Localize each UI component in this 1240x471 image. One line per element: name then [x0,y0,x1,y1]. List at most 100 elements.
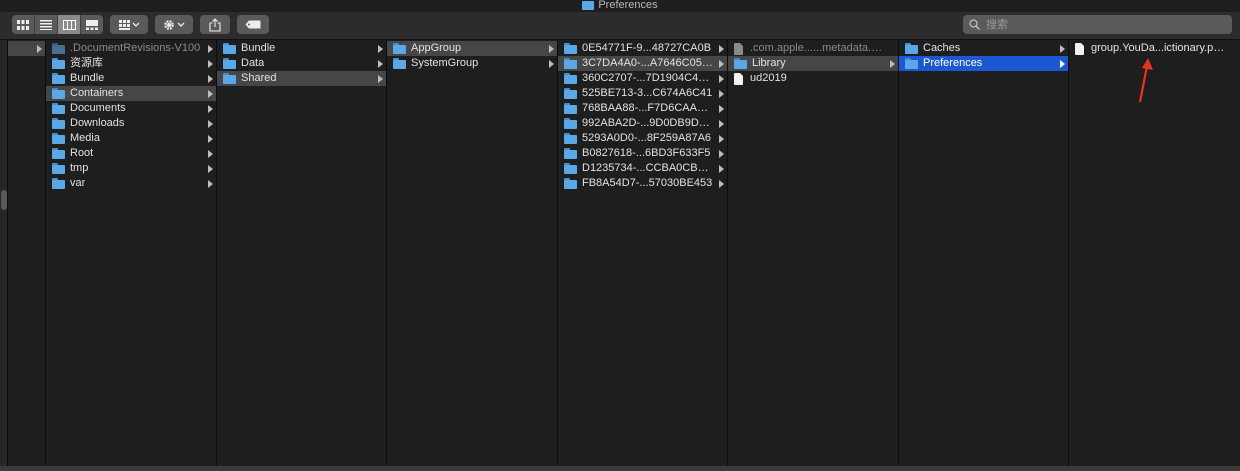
share-button[interactable] [200,15,230,34]
file-item[interactable]: group.YouDa...ictionary.plist [1069,41,1240,56]
list-view-button[interactable] [35,15,58,34]
view-mode-segmented-control [12,15,103,34]
folder-item[interactable]: Downloads [46,116,216,131]
folder-item[interactable]: tmp [46,161,216,176]
folder-item[interactable]: SystemGroup [387,56,557,71]
chevron-right-icon [378,45,383,53]
folder-item[interactable]: Data [217,56,386,71]
tag-button[interactable] [237,15,269,34]
item-label: FB8A54D7-...57030BE453 [582,177,713,189]
icon-view-button[interactable] [12,15,35,34]
gallery-view-button[interactable] [81,15,103,34]
folder-item[interactable]: 992ABA2D-...9D0DB9D009 [558,116,727,131]
folder-item[interactable]: var [46,176,216,191]
folder-item[interactable]: B0827618-...6BD3F633F5 [558,146,727,161]
finder-window: Preferences 搜索 .DocumentRevisions-V100 资… [0,0,1240,471]
chevron-right-icon [208,165,213,173]
folder-item[interactable]: Containers [46,86,216,101]
item-label: var [70,177,86,189]
search-icon [969,19,980,30]
chevron-right-icon [719,60,724,68]
item-label: Downloads [70,117,125,129]
title-folder-icon [582,1,595,10]
folder-item[interactable]: 5293A0D0-...8F259A87A6 [558,131,727,146]
folder-item[interactable]: .DocumentRevisions-V100 [46,41,216,56]
item-label: 5293A0D0-...8F259A87A6 [582,132,712,144]
item-label: D1235734-...CCBA0CB476 [582,162,713,174]
item-label: Media [70,132,100,144]
chevron-right-icon [208,75,213,83]
chevron-right-icon [719,150,724,158]
gallery-view-icon [86,19,98,30]
folder-item[interactable]: Bundle [217,41,386,56]
folder-item[interactable]: Bundle [46,71,216,86]
column-view-icon [62,19,76,30]
file-item[interactable]: ud2019 [728,71,898,86]
chevron-right-icon [378,75,383,83]
folder-item[interactable]: 768BAA88-...F7D6CAAE50 [558,101,727,116]
file-item[interactable]: .com.apple......metadata.plist [728,41,898,56]
item-label: 0E54771F-9...48727CA0B [582,42,712,54]
folder-icon [52,73,65,84]
left-scroll-strip[interactable] [0,40,8,466]
list-item[interactable] [8,41,45,56]
document-icon [734,72,743,85]
folder-icon [564,88,577,99]
chevron-right-icon [549,60,554,68]
scroll-thumb[interactable] [1,190,7,210]
chevron-right-icon [890,60,895,68]
item-label: tmp [70,162,89,174]
document-icon [1075,42,1084,55]
item-label: ud2019 [750,72,787,84]
item-label: group.YouDa...ictionary.plist [1091,42,1226,54]
column-view-button[interactable] [58,15,81,34]
chevron-right-icon [719,180,724,188]
icon-view-icon [17,19,29,30]
folder-icon [52,178,65,189]
chevron-right-icon [719,165,724,173]
folder-item[interactable]: 360C2707-...7D1904C4CA [558,71,727,86]
item-label: Caches [923,42,961,54]
action-button[interactable] [155,15,193,34]
item-label: 525BE713-3...C674A6C41 [582,87,713,99]
folder-item[interactable]: Documents [46,101,216,116]
chevron-right-icon [37,45,42,53]
folder-icon [564,163,577,174]
item-label: 992ABA2D-...9D0DB9D009 [582,117,713,129]
column-2: Bundle Data Shared [217,40,387,466]
item-label: Shared [241,72,277,84]
folder-item[interactable]: D1235734-...CCBA0CB476 [558,161,727,176]
item-label: Documents [70,102,126,114]
folder-icon [564,43,577,54]
folder-icon [905,43,918,54]
folder-icon [52,148,65,159]
folder-item[interactable]: 525BE713-3...C674A6C41 [558,86,727,101]
folder-icon [564,58,577,69]
folder-item[interactable]: Shared [217,71,386,86]
folder-item[interactable]: 资源库 [46,56,216,71]
title-bar: Preferences [0,0,1240,12]
folder-item[interactable]: Root [46,146,216,161]
folder-item[interactable]: Media [46,131,216,146]
search-input[interactable] [984,17,1218,32]
folder-item[interactable]: 0E54771F-9...48727CA0B [558,41,727,56]
column-5: .com.apple......metadata.plist Library ud2… [728,40,899,466]
search-field[interactable] [963,15,1232,34]
folder-icon [52,43,65,54]
folder-item[interactable]: AppGroup [387,41,557,56]
folder-icon [905,58,918,69]
folder-icon [564,148,577,159]
group-button[interactable] [110,15,148,34]
item-label: Bundle [241,42,276,54]
folder-item[interactable]: Caches [899,41,1068,56]
folder-item[interactable]: 3C7DA4A0-...A7646C05C1 [558,56,727,71]
folder-item[interactable]: Library [728,56,898,71]
group-grid-icon [119,19,139,30]
chevron-right-icon [378,60,383,68]
item-label: Bundle [70,72,105,84]
folder-item[interactable]: FB8A54D7-...57030BE453 [558,176,727,191]
chevron-right-icon [1060,45,1065,53]
folder-item[interactable]: Preferences [899,56,1068,71]
window-title: Preferences [598,0,658,11]
folder-icon [564,178,577,189]
